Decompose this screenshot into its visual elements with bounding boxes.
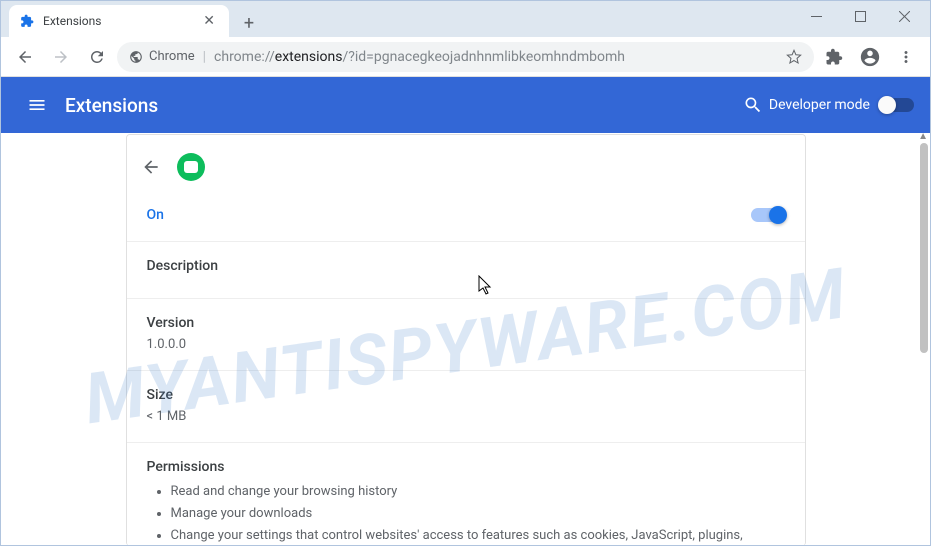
card-header xyxy=(127,135,805,193)
search-icon[interactable] xyxy=(737,89,769,121)
bookmark-star-icon[interactable] xyxy=(786,49,802,65)
reload-button[interactable] xyxy=(81,41,113,73)
address-bar[interactable]: Chrome | chrome://extensions/?id=pgnaceg… xyxy=(117,42,814,72)
extension-icon xyxy=(177,153,205,181)
permissions-section: Permissions Read and change your browsin… xyxy=(127,443,805,545)
extension-detail-card: On Description Version 1.0.0.0 Size < 1 … xyxy=(126,134,806,545)
developer-mode-control: Developer mode xyxy=(769,97,914,113)
separator: | xyxy=(203,49,206,65)
site-info-icon[interactable]: Chrome xyxy=(129,49,195,64)
back-arrow-icon[interactable] xyxy=(139,155,163,179)
close-tab-icon[interactable]: ✕ xyxy=(199,13,219,29)
tab-strip: Extensions ✕ + xyxy=(1,1,794,37)
size-label: Size xyxy=(147,387,785,403)
version-value: 1.0.0.0 xyxy=(147,337,785,352)
window-titlebar: Extensions ✕ + xyxy=(1,1,930,37)
browser-toolbar: Chrome | chrome://extensions/?id=pgnaceg… xyxy=(1,37,930,77)
url-text: chrome://extensions/?id=pgnacegkeojadnhn… xyxy=(214,49,778,65)
hamburger-menu-icon[interactable] xyxy=(17,85,57,125)
page-title: Extensions xyxy=(65,94,158,117)
browser-tab[interactable]: Extensions ✕ xyxy=(9,5,229,37)
content-area: On Description Version 1.0.0.0 Size < 1 … xyxy=(1,133,930,545)
puzzle-piece-icon xyxy=(19,13,35,29)
secure-label: Chrome xyxy=(149,49,195,64)
permission-item: Manage your downloads xyxy=(171,505,785,523)
version-label: Version xyxy=(147,315,785,331)
developer-mode-label: Developer mode xyxy=(769,97,870,113)
window-controls xyxy=(794,1,926,31)
maximize-button[interactable] xyxy=(838,2,882,30)
permission-item: Change your settings that control websit… xyxy=(171,527,785,545)
version-section: Version 1.0.0.0 xyxy=(127,299,805,371)
size-section: Size < 1 MB xyxy=(127,371,805,443)
extensions-icon[interactable] xyxy=(818,41,850,73)
permission-item: Read and change your browsing history xyxy=(171,483,785,501)
description-label: Description xyxy=(147,258,785,274)
close-window-button[interactable] xyxy=(882,2,926,30)
description-section: Description xyxy=(127,242,805,299)
scrollbar-thumb[interactable] xyxy=(920,143,928,353)
forward-button[interactable] xyxy=(45,41,77,73)
kebab-menu-icon[interactable] xyxy=(890,41,922,73)
tab-title: Extensions xyxy=(43,14,199,28)
enable-row: On xyxy=(127,193,805,242)
scroll-up-icon[interactable]: ▲ xyxy=(918,133,928,142)
profile-avatar-icon[interactable] xyxy=(854,41,886,73)
developer-mode-toggle[interactable] xyxy=(880,98,914,112)
back-button[interactable] xyxy=(9,41,41,73)
permissions-label: Permissions xyxy=(147,459,785,475)
enable-toggle[interactable] xyxy=(751,208,785,222)
extensions-header: Extensions Developer mode xyxy=(1,77,930,133)
minimize-button[interactable] xyxy=(794,2,838,30)
on-label: On xyxy=(147,207,164,223)
new-tab-button[interactable]: + xyxy=(235,9,263,37)
size-value: < 1 MB xyxy=(147,409,785,424)
permissions-list: Read and change your browsing history Ma… xyxy=(171,483,785,545)
